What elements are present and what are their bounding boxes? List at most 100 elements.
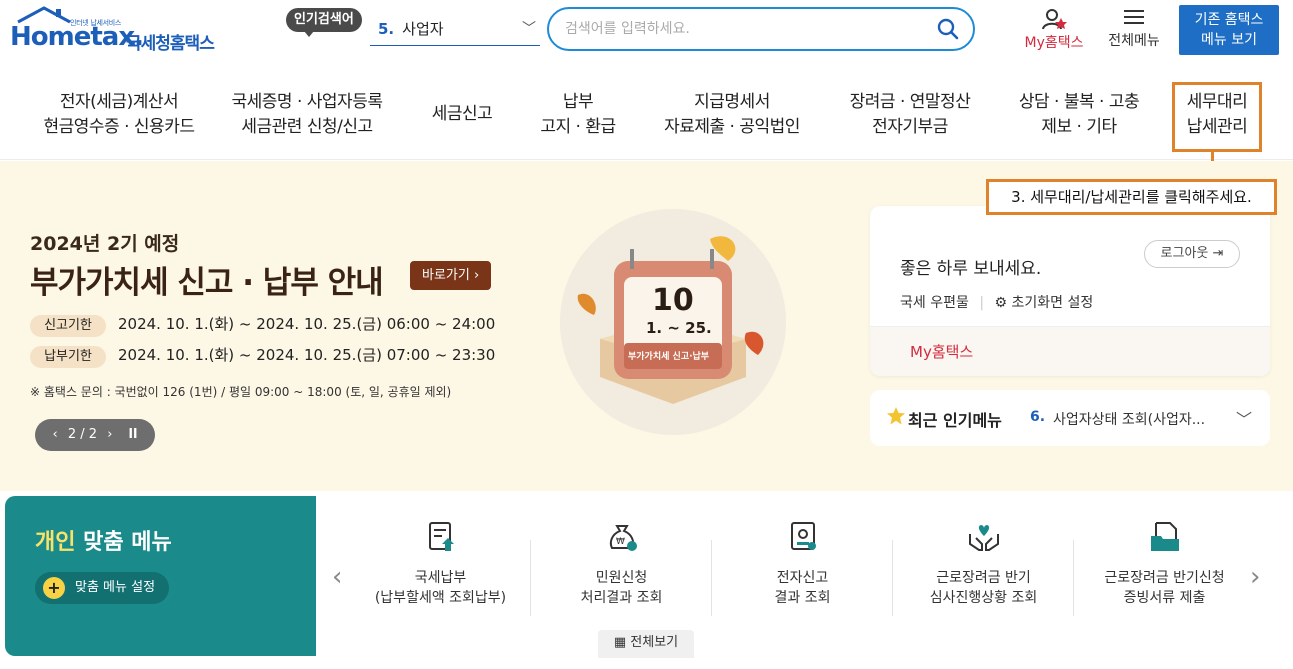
filing-period-row: 신고기한 2024. 10. 1.(화) ~ 2024. 10. 25.(금) 0…	[30, 313, 495, 337]
hamburger-icon	[1124, 10, 1144, 24]
filing-period-tag: 신고기한	[30, 315, 106, 337]
all-menu-label: 전체메뉴	[1108, 33, 1160, 49]
document-folder-icon	[1150, 522, 1179, 551]
nav-payment[interactable]: 납부 고지 · 환급	[528, 90, 628, 140]
nav-label-line2: 고지 · 환급	[540, 117, 616, 137]
pause-icon[interactable]: ll	[129, 427, 138, 442]
initial-screen-settings-link[interactable]: 초기화면 설정	[1012, 295, 1094, 311]
view-all-label: 전체보기	[630, 635, 679, 650]
nav-consultation[interactable]: 상담 · 불복 · 고충 제보 · 기타	[1006, 90, 1152, 140]
personal-menu-section: 개인 맞춤 메뉴 + 맞춤 메뉴 설정	[5, 496, 316, 656]
calendar-range: 1. ~ 25.	[646, 319, 712, 337]
plus-icon: +	[43, 577, 65, 599]
popular-search-rank: 5.	[378, 20, 395, 38]
nav-tax-certificate[interactable]: 국세증명 · 사업자등록 세금관련 신청/신고	[224, 90, 390, 140]
custom-menu-setting-button[interactable]: + 맞춤 메뉴 설정	[35, 572, 170, 604]
next-icon[interactable]: ›	[107, 427, 112, 442]
grid-icon: ▦	[613, 635, 627, 650]
logo-korean: 국세청홈택스	[126, 34, 215, 54]
calendar-label: 부가가치세 신고·납부	[628, 352, 710, 362]
quick-item-e-filing-result[interactable]: 전자신고 결과 조회	[712, 520, 893, 608]
pager-count: 2 / 2	[67, 427, 98, 442]
quick-item-tax-payment[interactable]: 국세납부 (납부할세액 조회납부)	[350, 520, 531, 608]
tax-mailbox-link[interactable]: 국세 우편물	[900, 295, 969, 311]
quick-item-incentive-review[interactable]: 근로장려금 반기 심사진행상황 조회	[893, 520, 1074, 608]
nav-e-invoice[interactable]: 전자(세금)계산서 현금영수증 · 신용카드	[28, 90, 210, 140]
hands-heart-icon	[968, 525, 999, 551]
quick-item-incentive-documents[interactable]: 근로장려금 반기신청 증빙서류 제출	[1074, 520, 1255, 608]
logout-button[interactable]: 로그아웃 ⇥	[1144, 240, 1240, 268]
tax-payment-icon	[428, 522, 454, 551]
recent-menu-title: 최근 인기메뉴	[908, 411, 1002, 430]
logout-label: 로그아웃	[1160, 246, 1209, 261]
header: 인터넷 납세서비스 Hometax. 국세청홈택스 인기검색어 5. 사업자 ﹀ …	[0, 0, 1293, 62]
nav-label-line2: 현금영수증 · 신용카드	[43, 117, 195, 137]
personal-menu-title-highlight: 개인	[35, 530, 76, 555]
popular-search-term: 사업자	[402, 20, 444, 38]
nav-incentive[interactable]: 장려금 · 연말정산 전자기부금	[840, 90, 980, 140]
search-input[interactable]	[565, 17, 925, 41]
logout-icon: ⇥	[1212, 246, 1224, 261]
certificate-icon	[790, 522, 816, 550]
search-icon[interactable]	[937, 18, 959, 40]
nav-label-line1: 장려금 · 연말정산	[849, 92, 971, 112]
chevron-left-icon[interactable]: ‹	[332, 562, 342, 592]
quick-item-line1: 국세납부	[414, 570, 467, 586]
instruction-callout: 3. 세무대리/납세관리를 클릭해주세요.	[986, 179, 1277, 215]
gear-icon: ⚙	[994, 295, 1008, 311]
quick-item-line2: 처리결과 조회	[580, 590, 663, 606]
old-hometax-menu-button[interactable]: 기존 홈택스 메뉴 보기	[1179, 5, 1279, 55]
nav-label-line2: 제보 · 기타	[1041, 117, 1117, 137]
logo-wordmark: Hometax.	[10, 22, 144, 52]
banner-note: ※ 홈택스 문의 : 국번없이 126 (1번) / 평일 09:00 ~ 18…	[30, 385, 452, 399]
quick-item-line2: (납부할세액 조회납부)	[374, 590, 507, 606]
quick-item-line2: 심사진행상황 조회	[929, 590, 1038, 606]
main-nav: 전자(세금)계산서 현금영수증 · 신용카드 국세증명 · 사업자등록 세금관련…	[0, 62, 1293, 160]
user-star-icon	[1042, 9, 1067, 30]
star-icon	[887, 407, 905, 425]
personal-menu-title-rest: 맞춤 메뉴	[75, 530, 172, 555]
nav-label-line1: 납부	[562, 92, 594, 112]
banner-shortcut-button[interactable]: 바로가기 ›	[410, 261, 492, 290]
recent-menu-value: 사업자상태 조회(사업자...	[1053, 412, 1206, 428]
money-bag-icon: ₩	[609, 525, 637, 551]
popular-search-dropdown[interactable]: 5. 사업자 ﹀	[370, 14, 540, 46]
my-hometax-tab-label: My홈택스	[910, 343, 974, 361]
chevron-down-icon[interactable]: ﹀	[1236, 406, 1252, 430]
nav-tax-filing[interactable]: 세금신고	[420, 102, 504, 127]
quick-item-civil-application[interactable]: ₩ 민원신청 처리결과 조회	[531, 520, 712, 608]
greeting-text: 좋은 하루 보내세요.	[900, 259, 1042, 279]
all-menu-button[interactable]: 전체메뉴	[1102, 8, 1166, 50]
svg-text:₩: ₩	[616, 537, 625, 547]
nav-label-line1: 세금신고	[431, 104, 493, 124]
old-menu-line1: 기존 홈택스	[1194, 12, 1264, 28]
custom-menu-setting-label: 맞춤 메뉴 설정	[75, 580, 156, 595]
banner-pager[interactable]: ‹ 2 / 2 › ll	[35, 419, 155, 451]
my-hometax-button[interactable]: My홈택스	[1018, 8, 1090, 52]
nav-payment-statement[interactable]: 지급명세서 자료제출 · 공익법인	[656, 90, 808, 140]
calendar-illustration: 10 1. ~ 25. 부가가치세 신고·납부	[560, 209, 786, 435]
banner-title: 부가가치세 신고 · 납부 안내	[30, 265, 384, 301]
payment-period-row: 납부기한 2024. 10. 1.(화) ~ 2024. 10. 25.(금) 0…	[30, 344, 495, 368]
nav-label-line1: 국세증명 · 사업자등록	[231, 92, 383, 112]
old-menu-line2: 메뉴 보기	[1201, 32, 1257, 48]
quick-item-line1: 근로장려금 반기	[936, 570, 1031, 586]
quick-item-line1: 전자신고	[776, 570, 829, 586]
search-box	[547, 7, 975, 51]
nav-highlight-box	[1172, 82, 1262, 152]
divider: |	[979, 295, 985, 311]
my-hometax-label: My홈택스	[1024, 35, 1084, 51]
my-hometax-tab[interactable]: My홈택스	[870, 326, 1270, 376]
quick-menu-carousel: ‹ › 국세납부 (납부할세액 조회납부) ₩ 민원신청 처리결과 조회 전자신…	[316, 496, 1285, 658]
banner-subtitle: 2024년 2기 예정	[30, 233, 180, 255]
nav-label-line1: 상담 · 불복 · 고충	[1018, 92, 1140, 112]
popular-search-badge: 인기검색어	[286, 8, 362, 37]
prev-icon[interactable]: ‹	[53, 427, 58, 442]
nav-label-line2: 자료제출 · 공익법인	[664, 117, 800, 137]
payment-period-text: 2024. 10. 1.(화) ~ 2024. 10. 25.(금) 07:00…	[118, 346, 496, 364]
recent-popular-menu[interactable]: 최근 인기메뉴 6. 사업자상태 조회(사업자... ﹀	[870, 390, 1270, 446]
hometax-logo[interactable]: 인터넷 납세서비스 Hometax. 국세청홈택스	[8, 6, 223, 54]
calendar-day: 10	[652, 283, 694, 318]
personal-menu-title: 개인 맞춤 메뉴	[35, 524, 172, 556]
view-all-button[interactable]: ▦ 전체보기	[598, 630, 694, 658]
